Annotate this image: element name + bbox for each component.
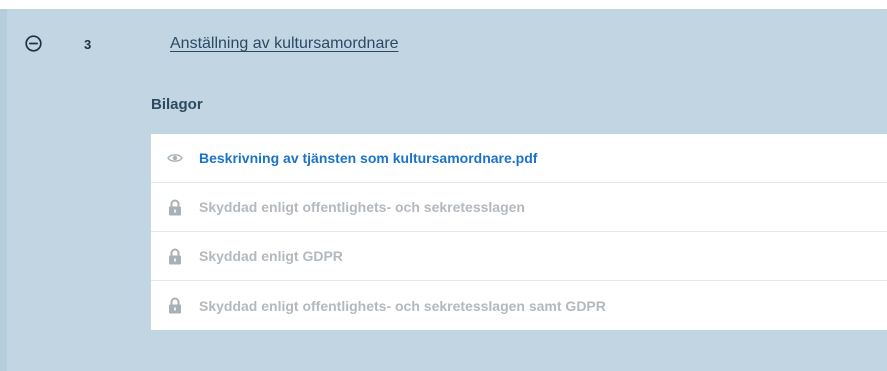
eye-icon [167, 150, 183, 166]
protected-attachment-label: Skyddad enligt GDPR [199, 248, 343, 264]
item-number: 3 [84, 37, 92, 52]
attachment-row-protected: Skyddad enligt GDPR [151, 232, 887, 281]
protected-attachment-label: Skyddad enligt offentlighets- och sekret… [199, 297, 606, 314]
attachment-row-protected: Skyddad enligt offentlighets- och sekret… [151, 281, 887, 330]
left-accent-strip [0, 9, 7, 371]
attachment-row-pdf[interactable]: Beskrivning av tjänsten som kultursamord… [151, 134, 887, 183]
attachments-heading: Bilagor [151, 96, 203, 113]
attachment-row-protected: Skyddad enligt offentlighets- och sekret… [151, 183, 887, 232]
attachment-link[interactable]: Beskrivning av tjänsten som kultursamord… [199, 150, 537, 166]
protected-attachment-label: Skyddad enligt offentlighets- och sekret… [199, 199, 525, 215]
lock-icon [167, 199, 183, 215]
item-title-link[interactable]: Anställning av kultursamordnare [170, 35, 399, 53]
lock-icon [167, 248, 183, 264]
agenda-item-panel: 3 Anställning av kultursamordnare Bilago… [0, 9, 887, 371]
attachments-list: Beskrivning av tjänsten som kultursamord… [151, 134, 887, 330]
collapse-minus-circle-icon[interactable] [25, 35, 42, 52]
lock-icon [167, 297, 183, 314]
